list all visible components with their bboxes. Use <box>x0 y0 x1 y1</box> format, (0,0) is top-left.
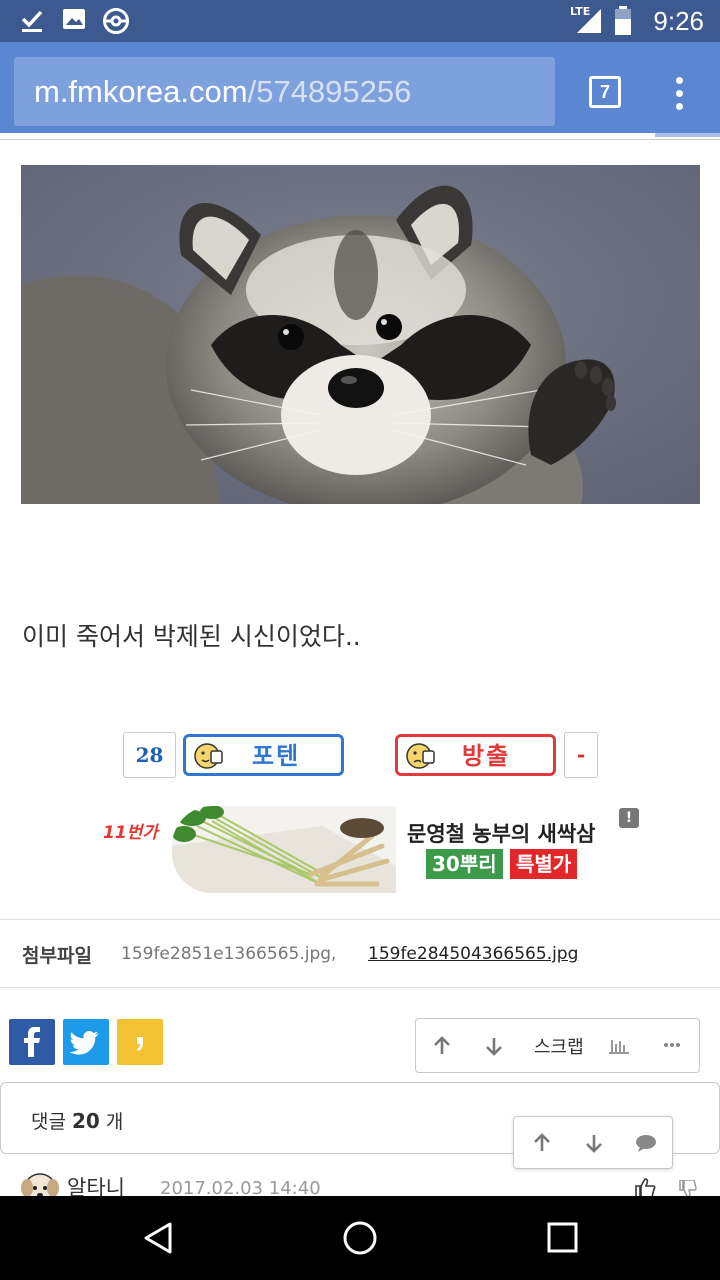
browser-toolbar: m.fmkorea.com/574895256 7 <box>0 42 720 137</box>
raccoon-image <box>21 165 700 504</box>
divider <box>0 987 720 988</box>
battery-icon <box>615 6 631 35</box>
facebook-share-button[interactable] <box>9 1019 55 1065</box>
system-nav-bar <box>0 1196 720 1280</box>
comment-icon[interactable] <box>635 1134 657 1152</box>
downvote-button[interactable]: 방출 <box>395 734 556 776</box>
image-icon <box>63 9 85 29</box>
attachments-label: 첨부파일 <box>22 945 92 967</box>
facebook-icon <box>24 1027 40 1057</box>
attachment-link[interactable]: 159fe2851e1366565.jpg, <box>121 944 336 964</box>
arrow-down-icon[interactable] <box>484 1036 504 1056</box>
url-text: m.fmkorea.com/574895256 <box>34 74 411 110</box>
checkmark-download-icon <box>21 10 43 32</box>
thumbs-down-face-icon <box>406 743 435 769</box>
post-image[interactable] <box>21 165 700 504</box>
twitter-icon <box>69 1031 99 1055</box>
downvote-label: 방출 <box>462 742 511 770</box>
ad-tag-quantity[interactable]: 30뿌리 <box>426 849 503 879</box>
signal-icon <box>577 9 601 33</box>
page-load-progress-remaining <box>655 133 720 137</box>
status-bar: LTE 9:26 <box>0 0 720 42</box>
comment-like-icon[interactable] <box>634 1177 656 1197</box>
comment-count: 20 <box>72 1109 100 1133</box>
twitter-share-button[interactable] <box>63 1019 109 1065</box>
ad-info-icon[interactable]: ! <box>619 808 639 828</box>
floating-nav <box>513 1116 673 1169</box>
divider <box>0 919 720 920</box>
scroll-up-icon[interactable] <box>532 1133 552 1153</box>
clock: 9:26 <box>653 6 704 36</box>
page-load-progress <box>0 133 655 137</box>
divider <box>0 139 720 140</box>
kakao-icon <box>137 1037 143 1051</box>
pokeball-icon <box>103 8 129 34</box>
thumbs-up-face-icon <box>194 743 223 769</box>
tab-switcher-button[interactable]: 7 <box>589 76 621 108</box>
ad-image[interactable] <box>172 806 396 893</box>
upvote-count: 28 <box>123 732 176 778</box>
menu-icon[interactable] <box>668 74 692 114</box>
url-path: /574895256 <box>247 74 412 109</box>
home-icon[interactable] <box>342 1220 378 1256</box>
more-icon[interactable] <box>663 1041 681 1049</box>
comment-count-label: 댓글 20 개 <box>31 1109 124 1133</box>
kakao-share-button[interactable] <box>117 1019 163 1065</box>
ad-title[interactable]: 문영철 농부의 새싹삼 <box>407 818 596 848</box>
upvote-button[interactable]: 포텐 <box>183 734 344 776</box>
ginseng-sprouts-image <box>172 806 396 893</box>
url-domain: m.fmkorea.com <box>34 74 248 109</box>
attachment-link[interactable]: 159fe284504366565.jpg <box>368 944 578 964</box>
scrap-button[interactable]: 스크랩 <box>534 1033 584 1059</box>
recents-icon[interactable] <box>546 1221 580 1255</box>
post-action-bar: 스크랩 <box>415 1018 700 1073</box>
upvote-label: 포텐 <box>252 742 301 770</box>
stats-icon[interactable] <box>608 1036 630 1054</box>
url-bar[interactable]: m.fmkorea.com/574895256 <box>14 57 555 126</box>
back-icon[interactable] <box>140 1220 176 1256</box>
ad-tag-special-price[interactable]: 특별가 <box>510 849 578 879</box>
arrow-up-icon[interactable] <box>432 1036 452 1056</box>
post-text: 이미 죽어서 박제된 시신이었다.. <box>22 622 361 651</box>
scroll-down-icon[interactable] <box>584 1133 604 1153</box>
downvote-count: - <box>564 732 598 778</box>
ad-brand-logo[interactable]: 11번가 <box>103 818 158 843</box>
